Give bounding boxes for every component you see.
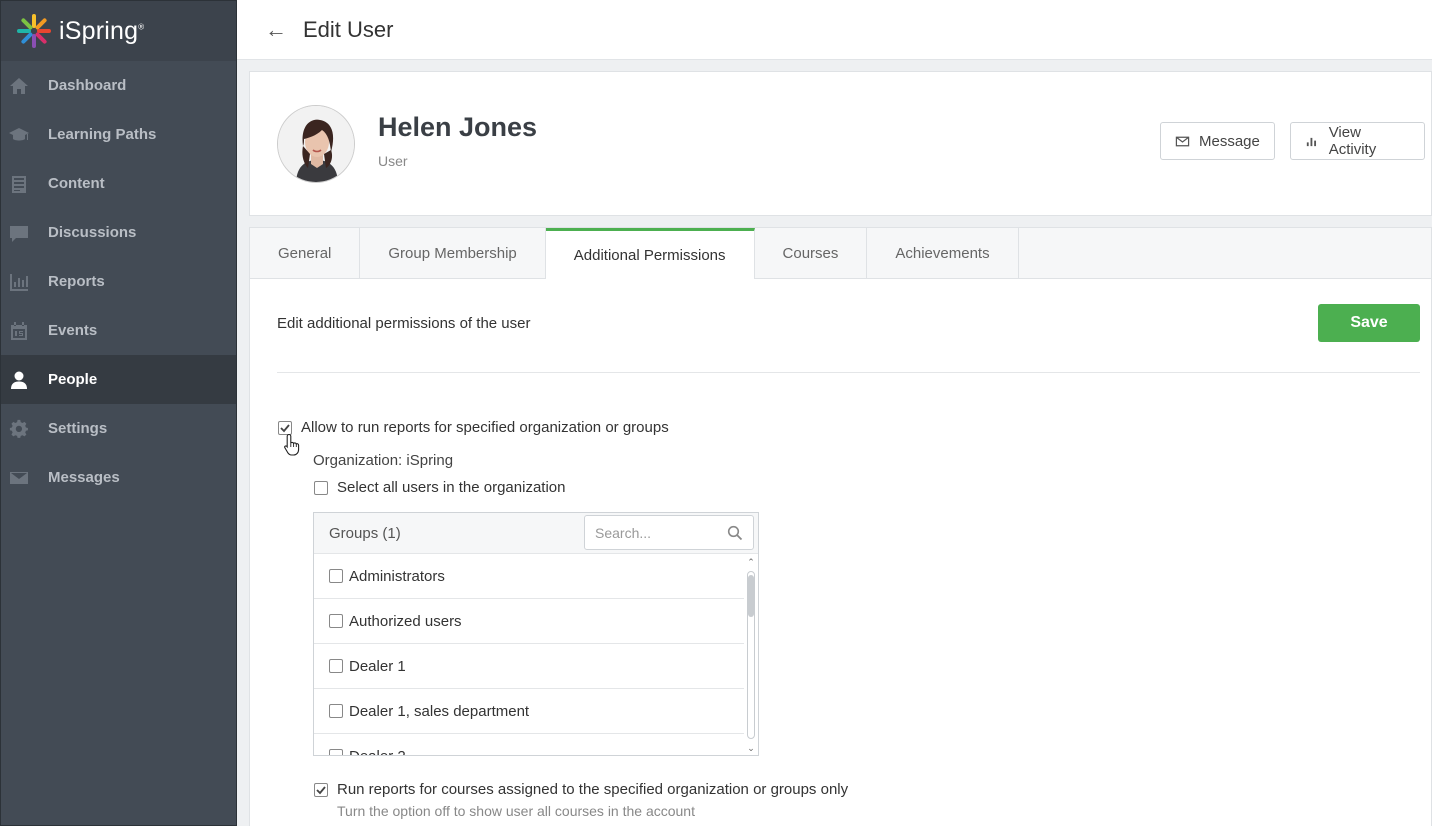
sidebar-item-settings[interactable]: Settings — [1, 404, 236, 453]
select-all-checkbox[interactable] — [314, 480, 328, 495]
ispring-logo-icon — [15, 12, 53, 50]
assigned-only-checkbox[interactable] — [314, 782, 328, 797]
assigned-only-option: Run reports for courses assigned to the … — [314, 781, 848, 798]
user-profile-card: Helen Jones User Message View Activity — [249, 71, 1432, 216]
chat-icon — [8, 222, 30, 244]
avatar — [277, 105, 355, 183]
hand-cursor-icon — [284, 433, 300, 456]
message-button[interactable]: Message — [1160, 122, 1275, 160]
page-title: Edit User — [303, 16, 394, 42]
sidebar-item-label: Content — [48, 175, 105, 192]
view-activity-button[interactable]: View Activity — [1290, 122, 1425, 160]
allow-reports-label: Allow to run reports for specified organ… — [301, 419, 669, 436]
sidebar-item-label: Settings — [48, 420, 108, 437]
tab-courses[interactable]: Courses — [755, 228, 868, 278]
save-button[interactable]: Save — [1318, 304, 1420, 342]
panel-description: Edit additional permissions of the user — [277, 315, 531, 332]
search-icon — [727, 525, 743, 541]
person-icon — [8, 369, 30, 391]
divider — [277, 372, 1420, 373]
group-checkbox[interactable] — [329, 614, 343, 628]
sidebar-item-learning-paths[interactable]: Learning Paths — [1, 110, 236, 159]
list-item[interactable]: Dealer 2 — [314, 734, 744, 756]
organization-label: Organization: iSpring — [313, 452, 454, 469]
sidebar-item-label: Learning Paths — [48, 126, 157, 143]
groups-header: Groups (1) Search... — [314, 513, 758, 554]
groups-list: Groups (1) Search... Administrators Auth… — [313, 512, 759, 756]
sidebar-item-label: People — [48, 371, 98, 388]
group-label: Dealer 1, sales department — [349, 702, 530, 720]
sidebar-item-label: Events — [48, 322, 98, 339]
message-button-label: Message — [1199, 132, 1260, 150]
tab-general[interactable]: General — [250, 228, 361, 278]
scroll-down-icon[interactable]: ⌄ — [746, 743, 756, 753]
assigned-only-label: Run reports for courses assigned to the … — [337, 781, 849, 798]
sidebar-item-label: Messages — [48, 469, 120, 486]
sidebar-item-label: Reports — [48, 273, 105, 290]
bar-chart-icon — [8, 271, 30, 293]
sidebar-item-events[interactable]: Events — [1, 306, 236, 355]
group-label: Authorized users — [349, 612, 462, 630]
group-label: Dealer 1 — [349, 657, 406, 675]
sidebar-item-content[interactable]: Content — [1, 159, 236, 208]
search-input[interactable]: Search... — [584, 515, 754, 550]
scroll-up-icon[interactable]: ⌃ — [746, 557, 756, 567]
sidebar-item-dashboard[interactable]: Dashboard — [1, 61, 236, 110]
sidebar-item-messages[interactable]: Messages — [1, 453, 236, 502]
sidebar: iSpring® Dashboard Learning Paths Conten… — [0, 0, 237, 826]
user-name: Helen Jones — [378, 112, 538, 142]
home-icon — [8, 75, 30, 97]
view-activity-button-label: View Activity — [1328, 124, 1377, 158]
permissions-panel: General Group Membership Additional Perm… — [249, 227, 1432, 826]
groups-scrollbar[interactable]: ⌃ ⌄ — [746, 557, 756, 753]
allow-reports-option: Allow to run reports for specified organ… — [278, 419, 669, 436]
content-icon — [8, 173, 30, 195]
brand-logo[interactable]: iSpring® — [1, 1, 236, 61]
assigned-only-hint: Turn the option off to show user all cou… — [337, 803, 695, 819]
select-all-label: Select all users in the organization — [337, 479, 566, 496]
groups-count-label: Groups (1) — [329, 524, 401, 542]
search-placeholder: Search... — [595, 524, 652, 541]
sidebar-item-reports[interactable]: Reports — [1, 257, 236, 306]
group-label: Dealer 2 — [349, 747, 406, 756]
group-checkbox[interactable] — [329, 749, 343, 755]
sidebar-item-label: Discussions — [48, 224, 137, 241]
group-label: Administrators — [349, 567, 445, 585]
calendar-icon — [8, 320, 30, 342]
gear-icon — [8, 418, 30, 440]
page-header: ← Edit User — [237, 0, 1432, 60]
graduation-cap-icon — [8, 124, 30, 146]
list-item[interactable]: Dealer 1 — [314, 644, 744, 689]
sidebar-item-discussions[interactable]: Discussions — [1, 208, 236, 257]
checkmark-icon — [280, 423, 290, 432]
list-item[interactable]: Administrators — [314, 554, 744, 599]
group-checkbox[interactable] — [329, 704, 343, 718]
sidebar-item-label: Dashboard — [48, 77, 127, 94]
scroll-thumb[interactable] — [748, 575, 754, 617]
sidebar-item-people[interactable]: People — [1, 355, 236, 404]
group-checkbox[interactable] — [329, 569, 343, 583]
arrow-left-icon[interactable]: ← — [265, 18, 287, 41]
tab-group-membership[interactable]: Group Membership — [360, 228, 546, 278]
tab-bar: General Group Membership Additional Perm… — [250, 228, 1431, 279]
list-item[interactable]: Authorized users — [314, 599, 744, 644]
tab-additional-permissions[interactable]: Additional Permissions — [545, 228, 755, 279]
brand-name: iSpring® — [59, 16, 145, 45]
user-role: User — [378, 153, 408, 169]
select-all-option: Select all users in the organization — [314, 479, 565, 496]
bar-chart-icon — [1306, 137, 1317, 146]
group-checkbox[interactable] — [329, 659, 343, 673]
envelope-icon — [8, 467, 30, 489]
list-item[interactable]: Dealer 1, sales department — [314, 689, 744, 734]
envelope-icon — [1175, 136, 1190, 146]
checkmark-icon — [316, 785, 326, 794]
tab-achievements[interactable]: Achievements — [867, 228, 1019, 278]
